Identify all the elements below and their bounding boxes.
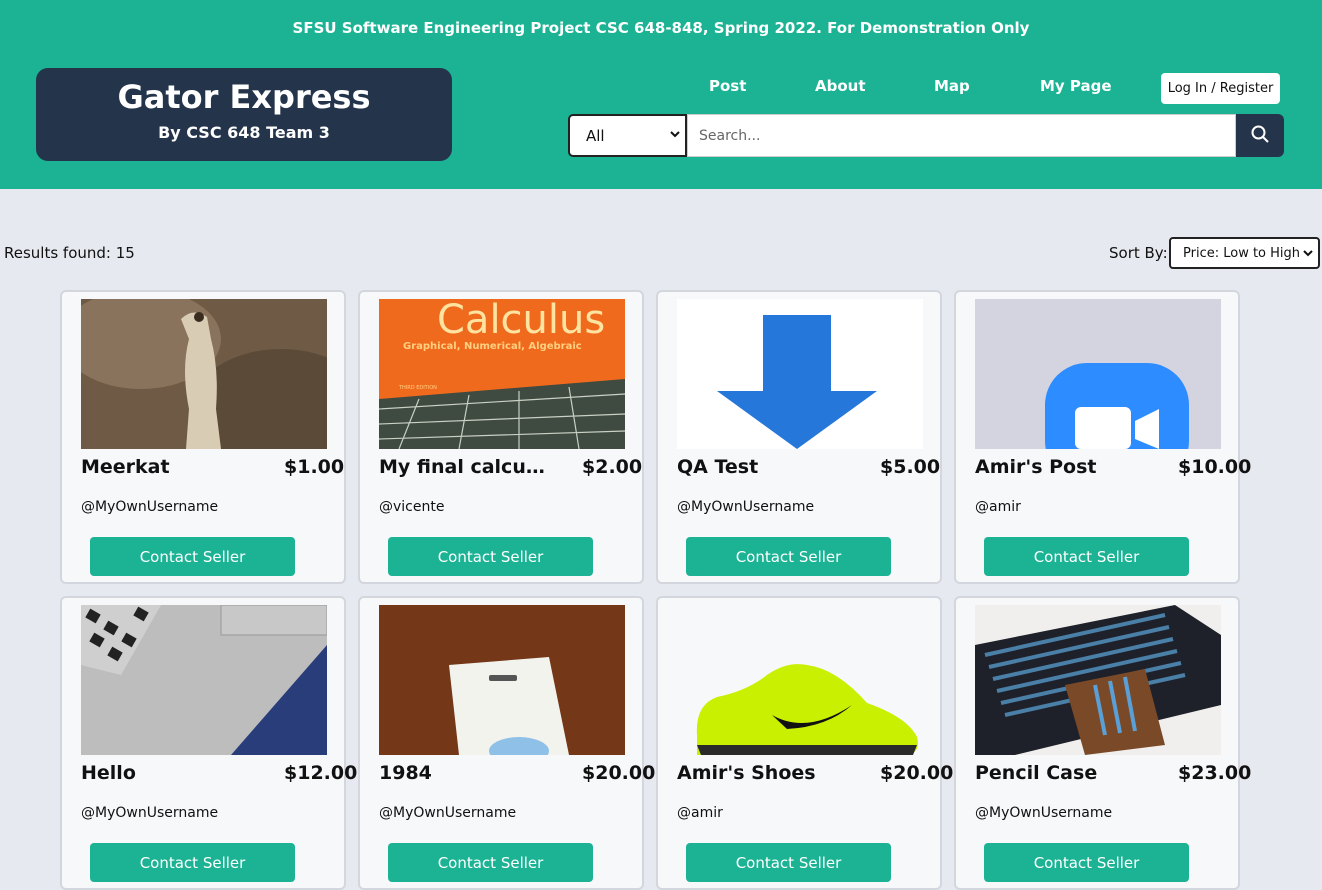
calculus-cover-subtitle: Graphical, Numerical, Algebraic — [403, 341, 582, 352]
listing-price: $10.00 — [1178, 456, 1252, 478]
demo-banner: SFSU Software Engineering Project CSC 64… — [292, 19, 1030, 37]
calculus-cover-title: Calculus — [437, 299, 605, 343]
chevron-down-icon — [1302, 247, 1314, 262]
contact-seller-button[interactable]: Contact Seller — [686, 843, 891, 882]
listing-title[interactable]: My final calcul... — [379, 456, 549, 478]
header: SFSU Software Engineering Project CSC 64… — [0, 0, 1322, 189]
listing-price: $20.00 — [582, 762, 656, 784]
listing-seller: @MyOwnUsername — [677, 499, 815, 515]
listing-title[interactable]: Hello — [81, 762, 136, 784]
contact-seller-button[interactable]: Contact Seller — [984, 843, 1189, 882]
listing-card: Amir's Shoes $20.00 @amir Contact Seller — [656, 596, 953, 890]
contact-seller-button[interactable]: Contact Seller — [984, 537, 1189, 576]
listing-seller: @amir — [975, 499, 1021, 515]
results-count: Results found: 15 — [4, 244, 135, 262]
nav-post[interactable]: Post — [709, 77, 746, 95]
contact-seller-button[interactable]: Contact Seller — [90, 843, 295, 882]
listing-title[interactable]: 1984 — [379, 762, 432, 784]
sort-label: Sort By: — [1109, 244, 1168, 262]
brand-title: Gator Express — [117, 78, 371, 116]
search-placeholder: Search... — [699, 127, 761, 144]
listing-image-zoom[interactable] — [975, 299, 1221, 449]
listing-image-laptop[interactable] — [81, 605, 327, 755]
contact-seller-button[interactable]: Contact Seller — [686, 537, 891, 576]
listing-price: $5.00 — [880, 456, 941, 478]
listing-image-meerkat[interactable] — [81, 299, 327, 449]
listing-price: $20.00 — [880, 762, 954, 784]
sort-select[interactable]: Price: Low to High — [1169, 237, 1320, 269]
listing-seller: @MyOwnUsername — [379, 805, 517, 821]
listing-seller: @vicente — [379, 499, 445, 515]
nav-about[interactable]: About — [815, 77, 866, 95]
sort-select-value: Price: Low to High — [1183, 245, 1301, 261]
listing-image-shoes[interactable] — [677, 605, 923, 755]
listing-price: $23.00 — [1178, 762, 1252, 784]
category-select[interactable]: All — [568, 114, 687, 157]
listing-card: Amir's Post $10.00 @amir Contact Seller — [954, 290, 1251, 584]
listing-title[interactable]: Pencil Case — [975, 762, 1097, 784]
listing-title[interactable]: Amir's Shoes — [677, 762, 816, 784]
listing-title[interactable]: QA Test — [677, 456, 758, 478]
listing-card: 1984 $20.00 @MyOwnUsername Contact Selle… — [358, 596, 655, 890]
listing-title[interactable]: Meerkat — [81, 456, 170, 478]
category-select-value: All — [586, 126, 605, 145]
search-input[interactable]: Search... — [687, 114, 1236, 157]
login-register-button[interactable]: Log In / Register — [1161, 73, 1280, 104]
listing-price: $1.00 — [284, 456, 345, 478]
listing-image-book-1984[interactable] — [379, 605, 625, 755]
search-icon — [1250, 124, 1270, 148]
listing-price: $12.00 — [284, 762, 358, 784]
listing-seller: @MyOwnUsername — [81, 499, 219, 515]
listing-price: $2.00 — [582, 456, 643, 478]
contact-seller-button[interactable]: Contact Seller — [388, 843, 593, 882]
contact-seller-button[interactable]: Contact Seller — [90, 537, 295, 576]
nav-my-page[interactable]: My Page — [1040, 77, 1112, 95]
listing-seller: @MyOwnUsername — [81, 805, 219, 821]
chevron-down-icon — [669, 128, 681, 143]
listing-image-qa-test[interactable] — [677, 299, 923, 449]
listing-card: QA Test $5.00 @MyOwnUsername Contact Sel… — [656, 290, 942, 584]
listing-card: Meerkat $1.00 @MyOwnUsername Contact Sel… — [60, 290, 346, 584]
listing-card: Hello $12.00 @MyOwnUsername Contact Sell… — [60, 596, 357, 890]
listing-seller: @amir — [677, 805, 723, 821]
calculus-cover-edition: THIRD EDITION — [398, 385, 437, 391]
brand-logo[interactable]: Gator Express By CSC 648 Team 3 — [36, 68, 452, 161]
listing-seller: @MyOwnUsername — [975, 805, 1113, 821]
nav-map[interactable]: Map — [934, 77, 970, 95]
search-button[interactable] — [1236, 114, 1284, 157]
listing-image-pencil-case[interactable] — [975, 605, 1221, 755]
brand-subtitle: By CSC 648 Team 3 — [158, 123, 330, 142]
contact-seller-button[interactable]: Contact Seller — [388, 537, 593, 576]
listing-card: Pencil Case $23.00 @MyOwnUsername Contac… — [954, 596, 1251, 890]
listing-image-calculus[interactable]: Calculus Graphical, Numerical, Algebraic… — [379, 299, 625, 449]
listing-title[interactable]: Amir's Post — [975, 456, 1097, 478]
listing-card: Calculus Graphical, Numerical, Algebraic… — [358, 290, 644, 584]
